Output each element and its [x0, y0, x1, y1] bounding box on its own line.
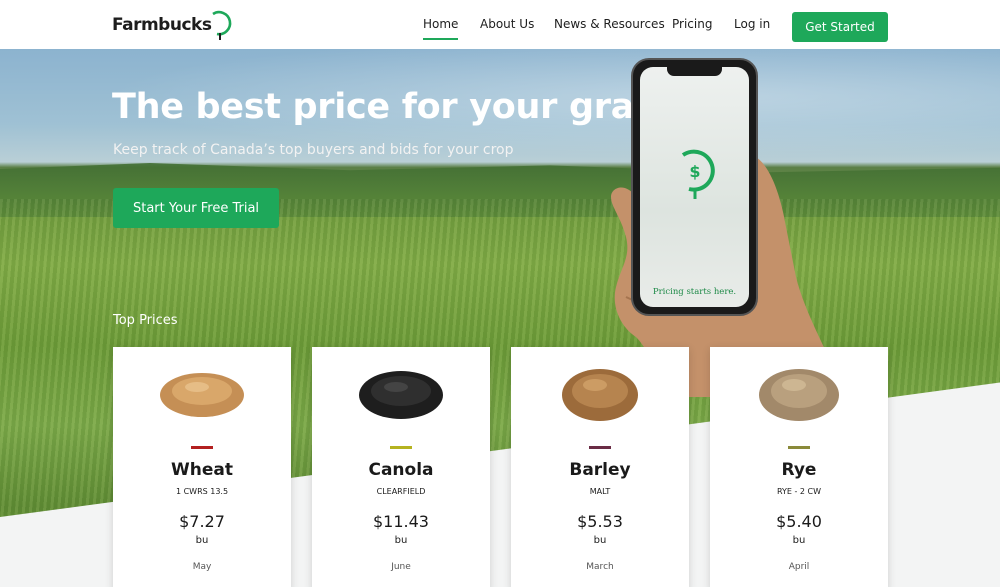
price-month: June [391, 562, 411, 572]
grain-name: Wheat [171, 460, 233, 480]
grain-name: Canola [368, 460, 434, 480]
dollar-compass-icon: $ [681, 149, 715, 199]
price-month: March [586, 562, 614, 572]
nav-home[interactable]: Home [423, 17, 459, 40]
top-prices-heading: Top Prices [113, 313, 178, 328]
grain-price: $5.40 [776, 512, 822, 531]
barley-grain-image [562, 369, 638, 421]
nav-log-in[interactable]: Log in [734, 17, 770, 31]
price-card-canola[interactable]: Canola CLEARFIELD $11.43 bu June [312, 347, 490, 587]
price-unit: bu [195, 535, 209, 546]
grain-color-bar [191, 446, 213, 449]
grain-name: Rye [781, 460, 817, 480]
phone-notch [667, 67, 722, 76]
grain-price: $7.27 [179, 512, 225, 531]
phone-mockup: $ Pricing starts here. [631, 58, 758, 316]
price-unit: bu [394, 535, 408, 546]
site-header: Farmbucks Home About Us News & Resources… [0, 0, 1000, 49]
grain-price: $11.43 [373, 512, 429, 531]
grain-grade: CLEARFIELD [376, 487, 426, 496]
grain-grade: MALT [589, 487, 611, 496]
nav-about-us[interactable]: About Us [480, 17, 534, 31]
hero-subtitle: Keep track of Canada’s top buyers and bi… [113, 142, 514, 158]
phone-screen: $ Pricing starts here. [640, 67, 749, 307]
price-month: May [192, 562, 212, 572]
nav-pricing[interactable]: Pricing [672, 17, 712, 31]
canola-seed-image [359, 371, 443, 419]
grain-grade: RYE - 2 CW [776, 487, 822, 496]
grain-name: Barley [569, 460, 631, 480]
grain-grade: 1 CWRS 13.5 [175, 487, 229, 496]
start-free-trial-button[interactable]: Start Your Free Trial [113, 188, 279, 228]
price-unit: bu [792, 535, 806, 546]
grain-color-bar [390, 446, 412, 449]
hero-title: The best price for your grain [112, 87, 671, 127]
grain-price: $5.53 [577, 512, 623, 531]
svg-text:$: $ [689, 162, 700, 181]
phone-caption: Pricing starts here. [652, 287, 737, 297]
get-started-button[interactable]: Get Started [792, 12, 888, 42]
price-card-wheat[interactable]: Wheat 1 CWRS 13.5 $7.27 bu May [113, 347, 291, 587]
wheat-grain-image [160, 373, 244, 417]
nav-news-resources[interactable]: News & Resources [554, 17, 665, 31]
grain-color-bar [788, 446, 810, 449]
price-card-barley[interactable]: Barley MALT $5.53 bu March [511, 347, 689, 587]
grain-color-bar [589, 446, 611, 449]
price-card-rye[interactable]: Rye RYE - 2 CW $5.40 bu April [710, 347, 888, 587]
price-unit: bu [593, 535, 607, 546]
rye-grain-image [759, 369, 839, 421]
price-month: April [788, 562, 810, 572]
